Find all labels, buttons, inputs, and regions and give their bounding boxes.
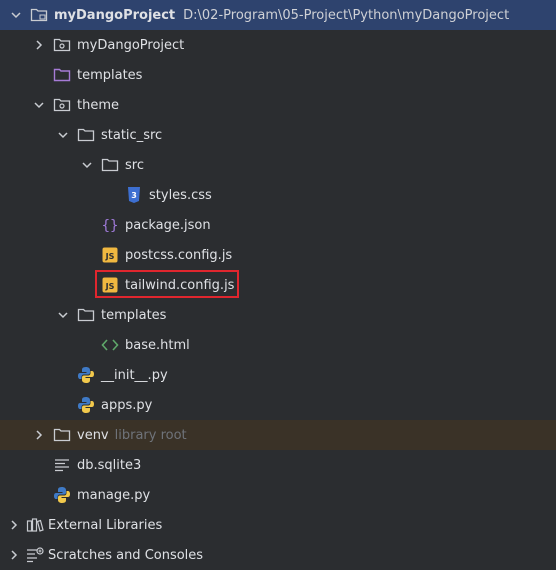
svg-text:JS: JS (105, 282, 115, 291)
chevron-down-icon[interactable] (8, 7, 24, 23)
tree-item-label: postcss.config.js (125, 247, 233, 263)
tree-item-label: __init__.py (101, 367, 168, 383)
tree-item-init-py[interactable]: __init__.py (0, 360, 556, 390)
tree-item-styles-css[interactable]: 3 styles.css (0, 180, 556, 210)
scratches-icon (26, 546, 44, 564)
json-file-icon: {} (101, 216, 119, 234)
tree-item-label: templates (77, 67, 143, 83)
tree-item-label: templates (101, 307, 167, 323)
tree-item-postcss-config[interactable]: JS postcss.config.js (0, 240, 556, 270)
folder-icon (77, 306, 95, 324)
tree-item-static-src[interactable]: static_src (0, 120, 556, 150)
tree-item-manage-py[interactable]: manage.py (0, 480, 556, 510)
tree-item-scratches[interactable]: Scratches and Consoles (0, 540, 556, 570)
project-tree: myDangoProject D:\02-Program\05-Project\… (0, 0, 556, 565)
templates-folder-icon (53, 66, 71, 84)
tree-item-label: static_src (101, 127, 163, 143)
tree-item-tailwind-config[interactable]: JS tailwind.config.js (0, 270, 556, 300)
chevron-down-icon[interactable] (55, 127, 71, 143)
tree-item-apps-py[interactable]: apps.py (0, 390, 556, 420)
tree-item-label: db.sqlite3 (77, 457, 142, 473)
chevron-right-icon[interactable] (31, 427, 47, 443)
tree-item-base-html[interactable]: base.html (0, 330, 556, 360)
tree-item-templates-root[interactable]: templates (0, 60, 556, 90)
root-project-path: D:\02-Program\05-Project\Python\myDangoP… (183, 7, 510, 23)
svg-text:{}: {} (102, 218, 119, 234)
text-file-icon (53, 456, 71, 474)
tree-item-label: Scratches and Consoles (48, 547, 204, 563)
tree-item-label: myDangoProject (77, 37, 185, 53)
chevron-down-icon[interactable] (79, 157, 95, 173)
tree-root-row[interactable]: myDangoProject D:\02-Program\05-Project\… (0, 0, 556, 30)
tree-item-label: styles.css (149, 187, 212, 203)
tree-item-theme-templates[interactable]: templates (0, 300, 556, 330)
tree-item-label: manage.py (77, 487, 151, 503)
root-project-name: myDangoProject (54, 7, 176, 23)
tree-item-label: src (125, 157, 144, 173)
tree-item-package-json[interactable]: {} package.json (0, 210, 556, 240)
library-root-hint: library root (114, 427, 187, 443)
folder-icon (77, 126, 95, 144)
html-file-icon (101, 336, 119, 354)
tree-item-label: External Libraries (48, 517, 163, 533)
tree-item-pkg-mydangoproject[interactable]: myDangoProject (0, 30, 556, 60)
chevron-right-icon[interactable] (6, 547, 22, 563)
folder-icon (101, 156, 119, 174)
js-file-icon: JS (101, 246, 119, 264)
library-icon (26, 516, 44, 534)
js-file-icon: JS (101, 276, 119, 294)
svg-text:3: 3 (131, 191, 137, 200)
css-file-icon: 3 (125, 186, 143, 204)
chevron-right-icon[interactable] (6, 517, 22, 533)
tree-item-src[interactable]: src (0, 150, 556, 180)
python-file-icon (53, 486, 71, 504)
tree-item-label: tailwind.config.js (125, 277, 235, 293)
package-folder-icon (53, 96, 71, 114)
chevron-down-icon[interactable] (55, 307, 71, 323)
tree-item-db-sqlite[interactable]: db.sqlite3 (0, 450, 556, 480)
package-folder-icon (53, 36, 71, 54)
chevron-down-icon[interactable] (31, 97, 47, 113)
tree-item-theme[interactable]: theme (0, 90, 556, 120)
tree-item-label: apps.py (101, 397, 153, 413)
tree-item-label: venv (77, 427, 109, 443)
python-file-icon (77, 366, 95, 384)
module-folder-icon (30, 6, 48, 24)
chevron-right-icon[interactable] (31, 37, 47, 53)
tree-item-label: theme (77, 97, 119, 113)
tree-item-venv[interactable]: venv library root (0, 420, 556, 450)
folder-icon (53, 426, 71, 444)
tree-item-label: base.html (125, 337, 190, 353)
svg-text:JS: JS (105, 252, 115, 261)
tree-item-external-libraries[interactable]: External Libraries (0, 510, 556, 540)
python-file-icon (77, 396, 95, 414)
tree-item-label: package.json (125, 217, 211, 233)
